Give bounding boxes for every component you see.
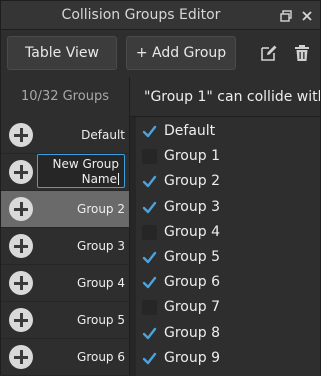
group-row-default[interactable]: Default: [1, 117, 129, 154]
checkbox-checked[interactable]: [142, 275, 157, 290]
checkbox-checked[interactable]: [142, 250, 157, 265]
rename-edit-icon[interactable]: [260, 44, 278, 62]
checkmark-icon: [142, 201, 157, 213]
collision-item-label: Group 1: [164, 148, 220, 165]
add-member-plus-icon[interactable]: [9, 123, 33, 147]
group-row-label: Default: [81, 128, 125, 142]
collision-item-group-1[interactable]: Group 1: [140, 144, 320, 169]
collision-item-group-9[interactable]: Group 9: [140, 346, 320, 371]
checkbox-checked[interactable]: [142, 326, 157, 341]
collision-item-group-7[interactable]: Group 7: [140, 295, 320, 320]
collision-item-label: Default: [164, 123, 216, 139]
checkbox-unchecked[interactable]: [142, 300, 157, 316]
toolbar: Table View + Add Group: [1, 30, 320, 76]
group-row-label: Group 3: [77, 239, 125, 253]
checkmark-icon: [142, 176, 157, 188]
collision-item-label: Group 7: [164, 299, 220, 316]
collision-item-group-4[interactable]: Group 4: [140, 220, 320, 245]
checkmark-icon: [142, 352, 157, 364]
collision-item-label: Group 9: [164, 349, 220, 366]
add-member-plus-icon[interactable]: [9, 160, 33, 184]
collision-item-label: Group 3: [164, 198, 220, 215]
group-row-group-4[interactable]: Group 4: [1, 265, 129, 302]
group-row-group-5[interactable]: Group 5: [1, 302, 129, 339]
group-row-label: Group 4: [77, 276, 125, 290]
delete-trash-icon[interactable]: [293, 44, 311, 62]
add-member-plus-icon[interactable]: [9, 345, 33, 369]
collision-item-group-2[interactable]: Group 2: [140, 169, 320, 194]
collision-item-group-3[interactable]: Group 3: [140, 195, 320, 220]
group-row-label: Group 5: [77, 313, 125, 327]
scrollbar[interactable]: [130, 117, 136, 376]
checkbox-checked[interactable]: [142, 200, 157, 215]
checkmark-icon: [142, 276, 157, 289]
restore-window-icon[interactable]: [279, 8, 293, 22]
checkmark-icon: [142, 125, 157, 138]
window-title: Collision Groups Editor: [61, 7, 221, 23]
collision-item-group-6[interactable]: Group 6: [140, 270, 320, 295]
collision-groups-editor-window: Collision Groups Editor Table View + Add…: [0, 0, 321, 376]
title-bar: Collision Groups Editor: [1, 1, 320, 30]
collision-item-group-5[interactable]: Group 5: [140, 245, 320, 270]
collision-item-label: Group 6: [164, 274, 220, 291]
close-window-icon[interactable]: [300, 8, 314, 22]
group-row-group-6[interactable]: Group 6: [1, 339, 129, 376]
group-name-input[interactable]: New Group Name: [37, 154, 125, 188]
add-member-plus-icon[interactable]: [9, 197, 33, 221]
group-count-label: 10/32 Groups: [1, 77, 129, 117]
collision-item-label: Group 8: [164, 324, 220, 341]
add-member-plus-icon[interactable]: [9, 271, 33, 295]
collision-item-label: Group 4: [164, 223, 220, 240]
group-row-label: Group 6: [77, 350, 125, 364]
group-row-group-3[interactable]: Group 3: [1, 228, 129, 265]
add-group-button[interactable]: + Add Group: [126, 36, 236, 70]
checkbox-checked[interactable]: [142, 351, 157, 366]
collision-item-label: Group 5: [164, 249, 220, 265]
checkbox-unchecked[interactable]: [142, 224, 157, 240]
group-row-group-2[interactable]: Group 2: [1, 191, 129, 228]
collision-item-group-8[interactable]: Group 8: [140, 321, 320, 346]
add-member-plus-icon[interactable]: [9, 308, 33, 332]
group-name-input-line2: Name: [81, 172, 117, 186]
checkbox-checked[interactable]: [142, 124, 157, 139]
group-row-label: Group 2: [77, 202, 125, 216]
table-view-button[interactable]: Table View: [7, 36, 117, 70]
checkmark-icon: [142, 327, 157, 339]
checkbox-unchecked[interactable]: [142, 149, 157, 165]
collision-item-label: Group 2: [164, 173, 220, 190]
checkmark-icon: [142, 251, 157, 264]
collision-checklist: Default Group 1 Group 2 Group 3 Group 4 Group…: [129, 117, 320, 376]
checkbox-checked[interactable]: [142, 174, 157, 189]
collision-item-default[interactable]: Default: [140, 119, 320, 144]
collision-header: "Group 1" can collide with:: [129, 77, 320, 117]
group-name-input-line1: New Group: [52, 157, 119, 171]
add-member-plus-icon[interactable]: [9, 234, 33, 258]
text-caret: [118, 173, 119, 185]
